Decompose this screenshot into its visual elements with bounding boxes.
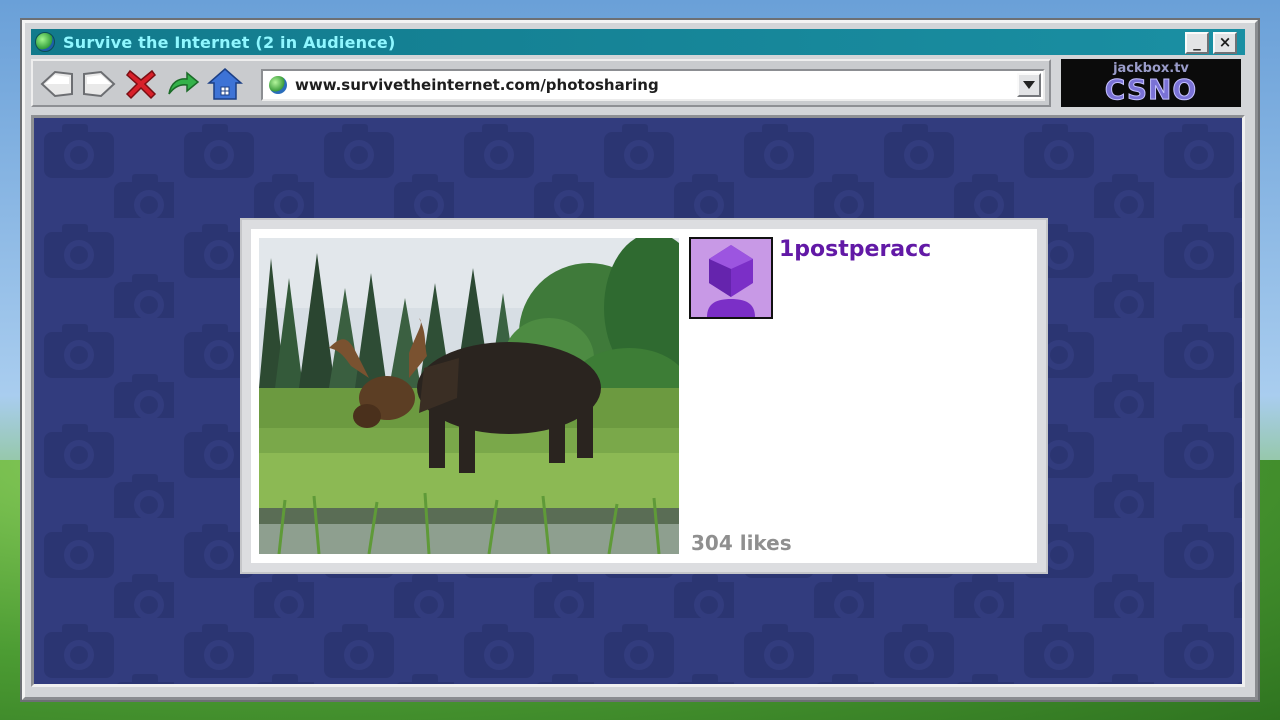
title-bar: Survive the Internet (2 in Audience) _ × xyxy=(31,29,1245,55)
stop-x-icon xyxy=(125,69,157,100)
post-username[interactable]: 1postperacc xyxy=(779,237,931,262)
refresh-button[interactable] xyxy=(165,67,201,101)
home-button[interactable] xyxy=(207,67,243,101)
back-button[interactable] xyxy=(39,67,75,101)
globe-icon xyxy=(269,76,287,94)
user-avatar[interactable] xyxy=(689,237,773,319)
room-code-panel: jackbox.tv CSNO xyxy=(1061,59,1241,107)
address-dropdown-button[interactable] xyxy=(1017,73,1041,97)
page-content: 1postperacc 304 likes xyxy=(31,115,1245,687)
refresh-arrow-icon xyxy=(168,71,200,95)
moose-photo xyxy=(259,238,679,554)
purple-gem-avatar-icon xyxy=(691,239,771,317)
post-likes: 304 likes xyxy=(691,531,792,555)
globe-icon xyxy=(35,32,55,52)
minimize-button[interactable]: _ xyxy=(1185,32,1209,54)
address-bar[interactable]: www.survivetheinternet.com/photosharing xyxy=(261,69,1045,101)
photo-post-card: 1postperacc 304 likes xyxy=(240,218,1048,574)
navigation-toolbar: www.survivetheinternet.com/photosharing xyxy=(31,59,1051,107)
stop-button[interactable] xyxy=(123,67,159,101)
forward-button[interactable] xyxy=(81,67,117,101)
forward-arrow-icon xyxy=(83,70,116,98)
close-button[interactable]: × xyxy=(1213,32,1237,54)
post-body: 1postperacc 304 likes xyxy=(251,229,1037,563)
post-photo[interactable] xyxy=(259,238,679,554)
back-arrow-icon xyxy=(40,70,73,98)
url-text[interactable]: www.survivetheinternet.com/photosharing xyxy=(295,76,659,94)
browser-window: Survive the Internet (2 in Audience) _ × xyxy=(22,20,1258,700)
chevron-down-icon xyxy=(1023,81,1035,89)
window-title: Survive the Internet (2 in Audience) xyxy=(63,32,396,52)
home-icon xyxy=(207,68,243,100)
room-code: CSNO xyxy=(1104,73,1198,106)
